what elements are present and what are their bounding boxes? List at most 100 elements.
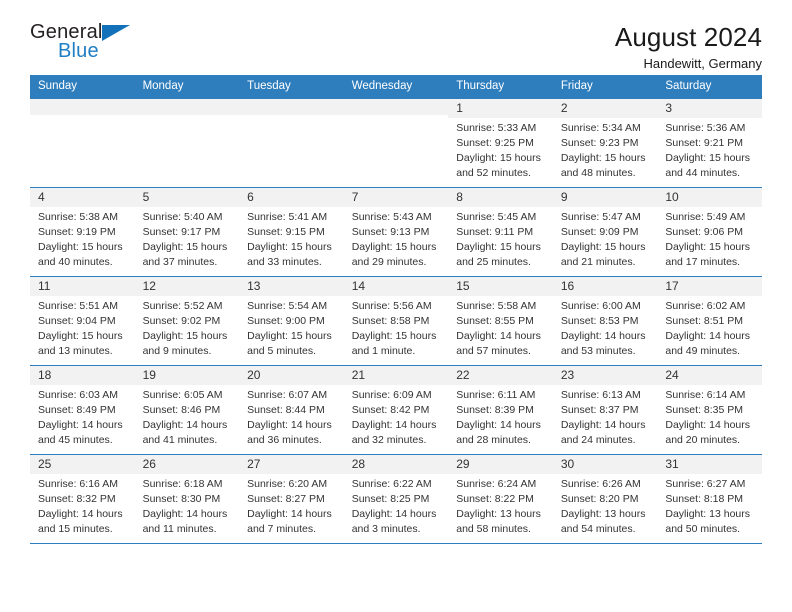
calendar-day-cell[interactable]: 13 Sunrise: 5:54 AM Sunset: 9:00 PM Dayligh…	[239, 276, 344, 366]
sunset-text: Sunset: 9:17 PM	[142, 226, 221, 239]
calendar-day-cell[interactable]: 16 Sunrise: 6:00 AM Sunset: 8:53 PM Dayligh…	[552, 276, 658, 366]
calendar-day-cell[interactable]: 17 Sunrise: 6:02 AM Sunset: 8:51 PM Dayligh…	[657, 276, 762, 366]
daylight-text-line2: and 41 minutes.	[142, 434, 218, 447]
daylight-text-line2: and 17 minutes.	[665, 256, 741, 269]
calendar-day-cell[interactable]: 8 Sunrise: 5:45 AM Sunset: 9:11 PM Daylight…	[448, 187, 553, 277]
calendar-day-cell[interactable]: 11 Sunrise: 5:51 AM Sunset: 9:04 PM Dayligh…	[30, 276, 135, 366]
day-number: 20	[239, 365, 344, 386]
day-details: Sunrise: 5:52 AM Sunset: 9:02 PM Daylight:…	[135, 296, 240, 359]
daylight-text-line1: Daylight: 15 hours	[142, 241, 228, 254]
weekday-header-saturday: Saturday	[657, 75, 762, 99]
daylight-text-line1: Daylight: 14 hours	[665, 330, 751, 343]
sunrise-text: Sunrise: 6:27 AM	[665, 478, 746, 491]
calendar-day-cell[interactable]: 6 Sunrise: 5:41 AM Sunset: 9:15 PM Daylight…	[239, 187, 344, 277]
day-details: Sunrise: 5:43 AM Sunset: 9:13 PM Daylight:…	[344, 207, 449, 270]
calendar-day-cell-empty	[343, 98, 449, 188]
calendar-day-cell[interactable]: 29 Sunrise: 6:24 AM Sunset: 8:22 PM Dayligh…	[448, 454, 553, 544]
calendar-day-cell[interactable]: 25 Sunrise: 6:16 AM Sunset: 8:32 PM Dayligh…	[30, 454, 135, 544]
day-details: Sunrise: 5:40 AM Sunset: 9:17 PM Daylight:…	[135, 207, 240, 270]
general-blue-logo[interactable]: General Blue	[30, 22, 140, 70]
calendar-day-cell[interactable]: 18 Sunrise: 6:03 AM Sunset: 8:49 PM Dayligh…	[30, 365, 135, 455]
calendar-day-cell[interactable]: 23 Sunrise: 6:13 AM Sunset: 8:37 PM Dayligh…	[552, 365, 658, 455]
day-details: Sunrise: 5:51 AM Sunset: 9:04 PM Daylight:…	[30, 296, 135, 359]
daylight-text-line1: Daylight: 13 hours	[665, 508, 751, 521]
sunset-text: Sunset: 9:23 PM	[560, 137, 639, 150]
calendar-day-cell[interactable]: 3 Sunrise: 5:36 AM Sunset: 9:21 PM Daylight…	[657, 98, 762, 188]
day-details: Sunrise: 6:13 AM Sunset: 8:37 PM Daylight:…	[553, 385, 658, 448]
calendar-day-cell[interactable]: 19 Sunrise: 6:05 AM Sunset: 8:46 PM Dayligh…	[134, 365, 240, 455]
daylight-text-line1: Daylight: 14 hours	[560, 419, 646, 432]
sunset-text: Sunset: 8:51 PM	[665, 315, 744, 328]
day-number: 24	[657, 365, 762, 386]
calendar-day-cell[interactable]: 30 Sunrise: 6:26 AM Sunset: 8:20 PM Dayligh…	[552, 454, 658, 544]
daylight-text-line1: Daylight: 15 hours	[38, 330, 123, 343]
calendar-day-cell[interactable]: 20 Sunrise: 6:07 AM Sunset: 8:44 PM Dayligh…	[239, 365, 344, 455]
calendar-day-cell[interactable]: 31 Sunrise: 6:27 AM Sunset: 8:18 PM Dayligh…	[657, 454, 762, 544]
calendar-day-cell[interactable]: 4 Sunrise: 5:38 AM Sunset: 9:19 PM Daylight…	[30, 187, 135, 277]
calendar-day-cell[interactable]: 27 Sunrise: 6:20 AM Sunset: 8:27 PM Dayligh…	[239, 454, 344, 544]
day-details: Sunrise: 6:14 AM Sunset: 8:35 PM Daylight:…	[657, 385, 762, 448]
sunrise-text: Sunrise: 5:47 AM	[560, 211, 641, 224]
sunrise-text: Sunrise: 5:34 AM	[560, 122, 641, 135]
daylight-text-line1: Daylight: 14 hours	[665, 419, 751, 432]
daylight-text-line1: Daylight: 14 hours	[351, 419, 437, 432]
day-details: Sunrise: 6:24 AM Sunset: 8:22 PM Daylight:…	[448, 474, 553, 537]
calendar-day-cell[interactable]: 28 Sunrise: 6:22 AM Sunset: 8:25 PM Dayligh…	[343, 454, 449, 544]
sunrise-text: Sunrise: 5:58 AM	[456, 300, 537, 313]
calendar-day-cell[interactable]: 15 Sunrise: 5:58 AM Sunset: 8:55 PM Dayligh…	[448, 276, 553, 366]
calendar-day-cell[interactable]: 21 Sunrise: 6:09 AM Sunset: 8:42 PM Dayligh…	[343, 365, 449, 455]
daylight-text-line2: and 45 minutes.	[38, 434, 113, 447]
day-number: 28	[343, 454, 449, 475]
daylight-text-line1: Daylight: 14 hours	[247, 508, 332, 521]
daylight-text-line2: and 40 minutes.	[38, 256, 113, 269]
calendar-day-cell[interactable]: 2 Sunrise: 5:34 AM Sunset: 9:23 PM Daylight…	[552, 98, 658, 188]
day-details: Sunrise: 5:45 AM Sunset: 9:11 PM Daylight:…	[448, 207, 553, 270]
sunset-text: Sunset: 8:22 PM	[456, 493, 534, 506]
weekday-header-wednesday: Wednesday	[343, 75, 449, 99]
day-number	[343, 98, 449, 115]
calendar-day-cell[interactable]: 24 Sunrise: 6:14 AM Sunset: 8:35 PM Dayligh…	[657, 365, 762, 455]
page-title: August 2024	[614, 22, 762, 52]
daylight-text-line2: and 28 minutes.	[456, 434, 531, 447]
calendar-day-cell[interactable]: 9 Sunrise: 5:47 AM Sunset: 9:09 PM Daylight…	[552, 187, 658, 277]
sunrise-text: Sunrise: 6:24 AM	[456, 478, 537, 491]
sunrise-text: Sunrise: 6:26 AM	[560, 478, 641, 491]
daylight-text-line2: and 29 minutes.	[351, 256, 427, 269]
daylight-text-line1: Daylight: 14 hours	[351, 508, 437, 521]
day-number: 26	[134, 454, 240, 475]
daylight-text-line2: and 52 minutes.	[456, 167, 531, 180]
day-number: 6	[239, 187, 344, 208]
weekday-header-monday: Monday	[134, 75, 240, 99]
calendar-day-cell[interactable]: 5 Sunrise: 5:40 AM Sunset: 9:17 PM Daylight…	[134, 187, 240, 277]
day-number: 9	[552, 187, 658, 208]
daylight-text-line2: and 24 minutes.	[560, 434, 636, 447]
sunrise-text: Sunrise: 6:20 AM	[247, 478, 328, 491]
sunset-text: Sunset: 8:25 PM	[351, 493, 430, 506]
daylight-text-line2: and 36 minutes.	[247, 434, 322, 447]
calendar-day-cell[interactable]: 1 Sunrise: 5:33 AM Sunset: 9:25 PM Daylight…	[448, 98, 553, 188]
calendar-week-row: 18 Sunrise: 6:03 AM Sunset: 8:49 PM Dayligh…	[30, 365, 762, 455]
day-number: 11	[30, 276, 135, 297]
sunrise-text: Sunrise: 5:36 AM	[665, 122, 746, 135]
calendar-day-cell[interactable]: 12 Sunrise: 5:52 AM Sunset: 9:02 PM Dayligh…	[134, 276, 240, 366]
day-details: Sunrise: 5:47 AM Sunset: 9:09 PM Daylight:…	[553, 207, 658, 270]
sunrise-text: Sunrise: 5:33 AM	[456, 122, 537, 135]
sunrise-text: Sunrise: 5:40 AM	[142, 211, 223, 224]
sunrise-text: Sunrise: 6:03 AM	[38, 389, 118, 402]
calendar-day-cell[interactable]: 7 Sunrise: 5:43 AM Sunset: 9:13 PM Daylight…	[343, 187, 449, 277]
sunrise-text: Sunrise: 6:16 AM	[38, 478, 118, 491]
daylight-text-line2: and 54 minutes.	[560, 523, 636, 536]
calendar-day-cell[interactable]: 22 Sunrise: 6:11 AM Sunset: 8:39 PM Dayligh…	[448, 365, 553, 455]
day-details: Sunrise: 6:26 AM Sunset: 8:20 PM Daylight:…	[553, 474, 658, 537]
sunrise-text: Sunrise: 5:54 AM	[247, 300, 328, 313]
daylight-text-line1: Daylight: 15 hours	[456, 152, 541, 165]
calendar-page: General Blue August 2024 Handewitt, Germ…	[0, 0, 792, 612]
calendar-table: Sunday Monday Tuesday Wednesday Thursday…	[30, 75, 762, 544]
calendar-day-cell[interactable]: 10 Sunrise: 5:49 AM Sunset: 9:06 PM Dayligh…	[657, 187, 762, 277]
sunrise-text: Sunrise: 6:22 AM	[351, 478, 432, 491]
sunrise-text: Sunrise: 5:38 AM	[38, 211, 118, 224]
calendar-day-cell[interactable]: 26 Sunrise: 6:18 AM Sunset: 8:30 PM Dayligh…	[134, 454, 240, 544]
sunset-text: Sunset: 8:32 PM	[38, 493, 116, 506]
calendar-day-cell[interactable]: 14 Sunrise: 5:56 AM Sunset: 8:58 PM Dayligh…	[343, 276, 449, 366]
sunrise-text: Sunrise: 5:56 AM	[351, 300, 432, 313]
